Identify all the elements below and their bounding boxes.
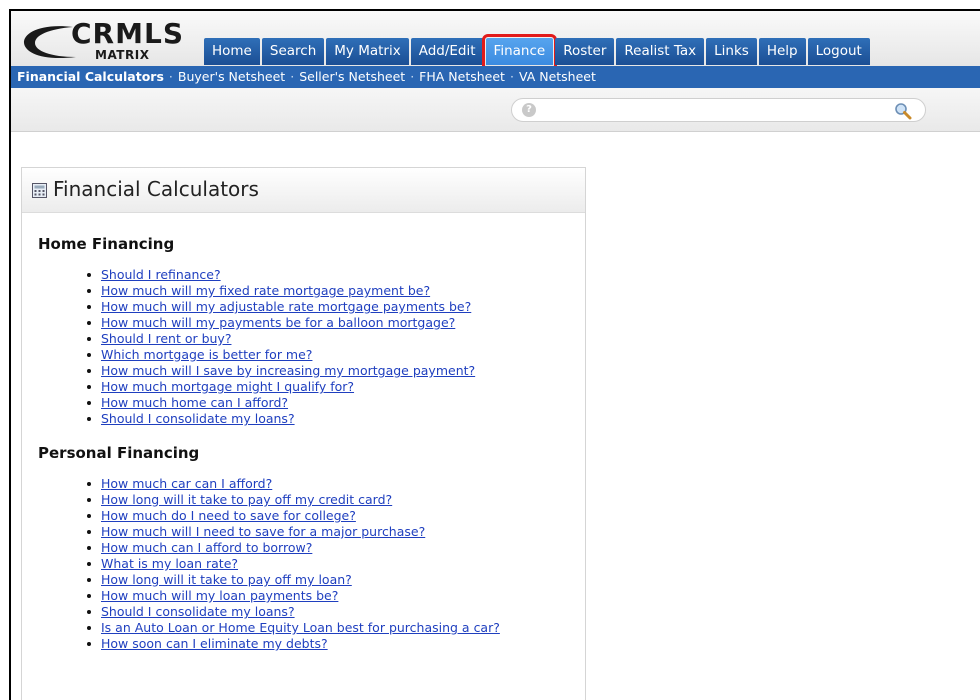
crmls-logo[interactable]: CRMLS MATRIX xyxy=(19,17,189,67)
calc-link[interactable]: Should I consolidate my loans? xyxy=(101,411,295,426)
subnav-separator: · xyxy=(410,69,415,84)
personal-financing-heading: Personal Financing xyxy=(38,444,200,462)
calc-link[interactable]: How much will I save by increasing my mo… xyxy=(101,363,475,378)
subnav-separator: · xyxy=(168,69,173,84)
list-item: How much will my fixed rate mortgage pay… xyxy=(87,283,585,299)
list-item: How much will I need to save for a major… xyxy=(87,524,585,540)
calc-link[interactable]: Which mortgage is better for me? xyxy=(101,347,312,362)
calc-link[interactable]: Should I rent or buy? xyxy=(101,331,231,346)
calc-link[interactable]: Is an Auto Loan or Home Equity Loan best… xyxy=(101,620,500,635)
subnav-separator: · xyxy=(509,69,514,84)
nav-finance[interactable]: Finance xyxy=(481,34,558,69)
calc-link[interactable]: How much home can I afford? xyxy=(101,395,288,410)
main-nav: Home Search My Matrix Add/Edit Finance R… xyxy=(204,34,872,69)
subnav-financial-calculators[interactable]: Financial Calculators xyxy=(17,69,164,84)
calc-link[interactable]: Should I consolidate my loans? xyxy=(101,604,295,619)
nav-my-matrix[interactable]: My Matrix xyxy=(326,38,409,65)
subnav-fha-netsheet[interactable]: FHA Netsheet xyxy=(419,69,505,84)
search-bar: ? xyxy=(11,88,980,132)
sub-nav: Financial Calculators · Buyer's Netsheet · S… xyxy=(11,66,980,88)
calc-link[interactable]: How soon can I eliminate my debts? xyxy=(101,636,328,651)
calculator-icon xyxy=(32,183,47,198)
list-item: How much car can I afford? xyxy=(87,476,585,492)
nav-realist-tax[interactable]: Realist Tax xyxy=(616,38,705,65)
home-financing-heading: Home Financing xyxy=(38,235,175,253)
list-item: How much can I afford to borrow? xyxy=(87,540,585,556)
subnav-separator: · xyxy=(290,69,295,84)
nav-home[interactable]: Home xyxy=(204,38,260,65)
list-item: Which mortgage is better for me? xyxy=(87,347,585,363)
nav-roster[interactable]: Roster xyxy=(555,38,615,65)
calc-link[interactable]: How much will I need to save for a major… xyxy=(101,524,425,539)
search-box: ? xyxy=(511,98,926,122)
list-item: How much will my payments be for a ballo… xyxy=(87,315,585,331)
search-input[interactable] xyxy=(542,101,886,121)
list-item: Should I consolidate my loans? xyxy=(87,411,585,427)
nav-links[interactable]: Links xyxy=(706,38,757,65)
calc-link[interactable]: What is my loan rate? xyxy=(101,556,238,571)
list-item: How much do I need to save for college? xyxy=(87,508,585,524)
list-item: How much will my loan payments be? xyxy=(87,588,585,604)
list-item: How long will it take to pay off my cred… xyxy=(87,492,585,508)
list-item: Is an Auto Loan or Home Equity Loan best… xyxy=(87,620,585,636)
calc-link[interactable]: How much do I need to save for college? xyxy=(101,508,356,523)
calc-link[interactable]: How much can I afford to borrow? xyxy=(101,540,312,555)
personal-financing-list: How much car can I afford? How long will… xyxy=(22,476,585,652)
panel-header: Financial Calculators xyxy=(22,168,585,213)
nav-search[interactable]: Search xyxy=(261,38,325,65)
calc-link[interactable]: How much will my payments be for a ballo… xyxy=(101,315,455,330)
list-item: Should I refinance? xyxy=(87,267,585,283)
list-item: How soon can I eliminate my debts? xyxy=(87,636,585,652)
calc-link[interactable]: How much will my adjustable rate mortgag… xyxy=(101,299,471,314)
nav-add-edit[interactable]: Add/Edit xyxy=(410,38,484,65)
app-frame: CRMLS MATRIX Home Search My Matrix Add/E… xyxy=(9,9,980,700)
calc-link[interactable]: How much car can I afford? xyxy=(101,476,272,491)
calc-link[interactable]: How much will my fixed rate mortgage pay… xyxy=(101,283,430,298)
list-item: Should I consolidate my loans? xyxy=(87,604,585,620)
home-financing-list: Should I refinance? How much will my fix… xyxy=(22,267,585,427)
help-icon[interactable]: ? xyxy=(522,103,536,117)
list-item: Should I rent or buy? xyxy=(87,331,585,347)
financial-calculators-panel: Financial Calculators Home Financing Sho… xyxy=(21,167,586,700)
nav-logout[interactable]: Logout xyxy=(807,38,870,65)
calc-link[interactable]: Should I refinance? xyxy=(101,267,221,282)
list-item: How long will it take to pay off my loan… xyxy=(87,572,585,588)
logo-text: CRMLS xyxy=(71,17,184,50)
list-item: How much will I save by increasing my mo… xyxy=(87,363,585,379)
list-item: How much mortgage might I qualify for? xyxy=(87,379,585,395)
subnav-va-netsheet[interactable]: VA Netsheet xyxy=(519,69,596,84)
calc-link[interactable]: How long will it take to pay off my loan… xyxy=(101,572,352,587)
list-item: How much home can I afford? xyxy=(87,395,585,411)
list-item: How much will my adjustable rate mortgag… xyxy=(87,299,585,315)
calc-link[interactable]: How much mortgage might I qualify for? xyxy=(101,379,354,394)
nav-help[interactable]: Help xyxy=(758,38,806,65)
calc-link[interactable]: How much will my loan payments be? xyxy=(101,588,338,603)
logo-subtext: MATRIX xyxy=(95,48,150,62)
search-icon[interactable] xyxy=(894,102,912,120)
subnav-buyers-netsheet[interactable]: Buyer's Netsheet xyxy=(178,69,285,84)
calc-link[interactable]: How long will it take to pay off my cred… xyxy=(101,492,392,507)
page-title: Financial Calculators xyxy=(53,177,259,201)
subnav-sellers-netsheet[interactable]: Seller's Netsheet xyxy=(299,69,405,84)
header: CRMLS MATRIX Home Search My Matrix Add/E… xyxy=(11,11,980,69)
list-item: What is my loan rate? xyxy=(87,556,585,572)
